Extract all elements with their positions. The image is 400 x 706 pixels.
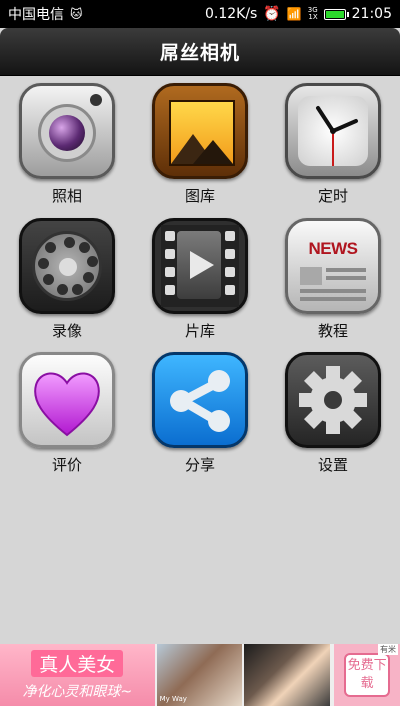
tile-tutorial[interactable]: NEWS 教程 [278, 218, 388, 341]
tile-label: 照相 [51, 187, 82, 205]
ad-text-block[interactable]: 真人美女 净化心灵和眼球~ [0, 644, 155, 706]
network-speed: 0.12K/s [204, 6, 258, 22]
tile-timer[interactable]: 定时 [278, 83, 388, 206]
ad-title: 真人美女 [31, 649, 124, 677]
ad-photo[interactable] [244, 644, 331, 706]
tile-label: 设置 [317, 456, 348, 474]
news-icon-text: NEWS [308, 239, 359, 258]
status-bar: 中国电信 🐱 0.12K/s ⏰ 📶 3G 1X 21:05 [0, 0, 400, 28]
share-icon [152, 352, 248, 448]
ad-photo-caption: My Way [159, 695, 187, 703]
title-bar: 屌丝相机 [0, 28, 400, 76]
tile-settings[interactable]: 设置 [278, 352, 388, 475]
gear-icon [285, 352, 381, 448]
gallery-icon [152, 83, 248, 179]
tile-label: 定时 [317, 187, 348, 205]
news-icon: NEWS [285, 218, 381, 314]
film-icon [152, 218, 248, 314]
tile-label: 分享 [184, 456, 215, 474]
camera-icon [19, 83, 115, 179]
battery-fill [325, 10, 344, 18]
network-type: 3G 1X [307, 6, 318, 21]
rotary-dial-icon [19, 218, 115, 314]
battery-icon [323, 8, 349, 20]
ad-banner[interactable]: 真人美女 净化心灵和眼球~ My Way 有米 免费下载 [0, 644, 400, 706]
clock-time: 21:05 [351, 6, 392, 22]
alarm-icon: ⏰ [263, 6, 281, 22]
tile-share[interactable]: 分享 [145, 352, 255, 475]
notification-cat-icon: 🐱 [70, 7, 83, 21]
ad-subtitle: 净化心灵和眼球~ [22, 683, 133, 700]
tile-label: 图库 [184, 187, 215, 205]
ad-photo[interactable]: My Way [156, 644, 243, 706]
tile-label: 片库 [184, 322, 215, 340]
ad-download[interactable]: 有米 免费下载 [334, 644, 400, 706]
tile-label: 评价 [51, 456, 82, 474]
tile-gallery[interactable]: 图库 [145, 83, 255, 206]
wifi-icon: 📶 [286, 7, 302, 21]
tile-record[interactable]: 录像 [12, 218, 122, 341]
tile-label: 录像 [51, 322, 82, 340]
carrier-label: 中国电信 [8, 7, 64, 23]
heart-icon [19, 352, 115, 448]
app-title: 屌丝相机 [159, 42, 240, 64]
tile-video-library[interactable]: 片库 [145, 218, 255, 341]
ad-badge: 有米 [378, 644, 398, 655]
tile-label: 教程 [317, 322, 348, 340]
download-button[interactable]: 免费下载 [344, 653, 391, 697]
clock-icon [285, 83, 381, 179]
tile-camera[interactable]: 照相 [12, 83, 122, 206]
tile-rate[interactable]: 评价 [12, 352, 122, 475]
